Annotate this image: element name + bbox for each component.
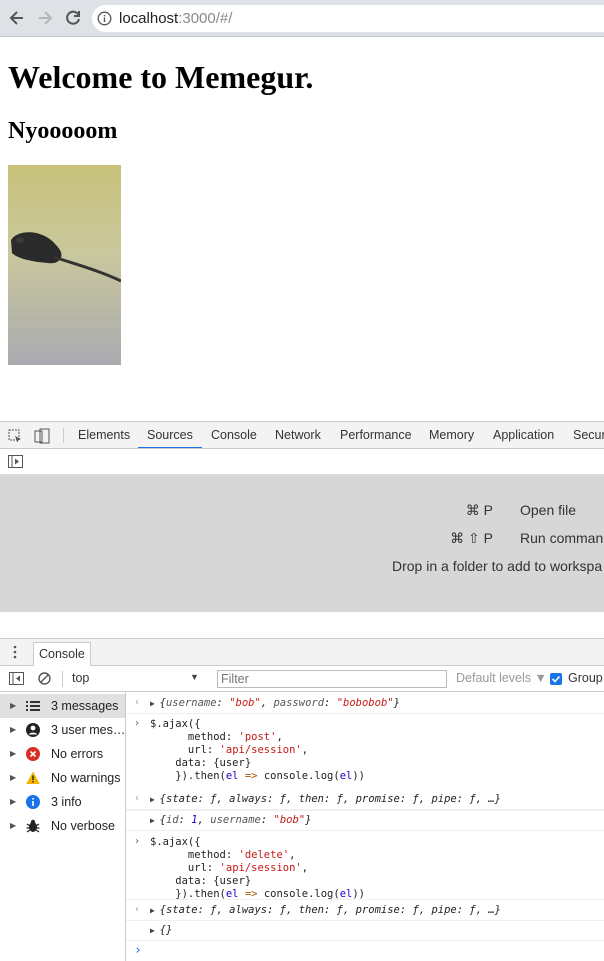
object-preview[interactable]: ▶ {username: "bob", password: "bobobob"} <box>150 697 400 710</box>
navigator-toggle-icon[interactable] <box>8 455 23 468</box>
console-messages: ‹ ▶ {username: "bob", password: "bobobob… <box>126 692 604 961</box>
sidebar-item-label: 3 info <box>51 795 82 809</box>
browser-toolbar: localhost:3000/#/ <box>0 0 604 37</box>
expand-arrow-icon[interactable]: ▶ <box>10 766 16 790</box>
tab-elements[interactable]: Elements <box>78 422 130 448</box>
sidebar-item-label: 3 messages <box>51 699 119 713</box>
expand-arrow-icon[interactable]: ▶ <box>10 742 16 766</box>
toolbar-divider <box>62 671 63 687</box>
reload-icon[interactable] <box>62 7 84 29</box>
object-preview[interactable]: ▶ {} <box>150 924 172 937</box>
drawer-tabbar: Console <box>0 639 604 666</box>
console-result: ‹ ▶ {state: ƒ, always: ƒ, then: ƒ, promi… <box>126 900 604 921</box>
sources-empty-state: ⌘ P Open file ⌘ ⇧ P Run comman Drop in a… <box>0 475 604 612</box>
shortcut-keys: ⌘ ⇧ P <box>450 530 493 546</box>
warning-icon <box>26 771 40 784</box>
address-bar[interactable]: localhost:3000/#/ <box>92 5 604 32</box>
error-icon <box>26 747 40 761</box>
expand-arrow-icon[interactable]: ▶ <box>10 790 16 814</box>
shortcut-label: Open file <box>520 502 577 518</box>
drop-folder-hint: Drop in a folder to add to workspa <box>392 558 603 574</box>
sidebar-item-warnings[interactable]: ▶ No warnings <box>0 766 125 790</box>
object-preview[interactable]: ▶ {state: ƒ, always: ƒ, then: ƒ, promise… <box>150 904 501 917</box>
group-similar-label[interactable]: Group <box>568 671 603 685</box>
code-block: $.ajax({ method: 'delete', url: 'api/ses… <box>150 836 365 900</box>
tab-application[interactable]: Application <box>493 422 554 448</box>
device-toggle-icon[interactable] <box>34 428 51 445</box>
tab-security[interactable]: Secur <box>573 422 604 448</box>
console-input: › $.ajax({ method: 'delete', url: 'api/s… <box>126 831 604 900</box>
info-icon[interactable] <box>97 11 112 26</box>
console-toolbar: top ▼ Default levels ▼ Group <box>0 666 604 692</box>
result-arrow-icon: ‹ <box>134 697 141 708</box>
meme-image <box>8 165 121 365</box>
checkbox-checked-icon[interactable] <box>550 673 562 685</box>
tab-console[interactable]: Console <box>211 422 257 448</box>
context-select[interactable]: top <box>72 671 89 685</box>
filter-input[interactable] <box>217 670 447 688</box>
toolbar-divider <box>63 428 64 443</box>
drawer-divider[interactable] <box>0 612 604 639</box>
expand-arrow-icon[interactable]: ▶ <box>10 718 16 742</box>
page-content: Welcome to Memegur. Nyooooom <box>0 37 604 421</box>
page-title: Welcome to Memegur. <box>8 59 314 95</box>
object-preview[interactable]: ▶ {state: ƒ, always: ƒ, then: ƒ, promise… <box>150 793 501 806</box>
console-prompt[interactable]: › <box>126 941 604 961</box>
console-result: ‹ ▶ {state: ƒ, always: ƒ, then: ƒ, promi… <box>126 789 604 810</box>
code-block: $.ajax({ method: 'post', url: 'api/sessi… <box>150 718 365 782</box>
default-levels-select[interactable]: Default levels ▼ <box>456 671 547 685</box>
input-arrow-icon: › <box>134 836 141 847</box>
sidebar-item-label: No verbose <box>51 819 115 833</box>
sidebar-item-verbose[interactable]: ▶ No verbose <box>0 814 125 838</box>
sidebar-toggle-icon[interactable] <box>9 672 24 685</box>
sidebar-item-messages[interactable]: ▶ 3 messages <box>0 694 125 718</box>
console-log-entry: ▶ {id: 1, username: "bob"} <box>126 810 604 831</box>
bug-icon <box>26 819 40 833</box>
result-arrow-icon: ‹ <box>134 904 141 915</box>
console-log-entry: ▶ {} <box>126 921 604 941</box>
drawer-tab-console[interactable]: Console <box>33 642 91 666</box>
sidebar-item-errors[interactable]: ▶ No errors <box>0 742 125 766</box>
devtools-panel: Elements Sources Console Network Perform… <box>0 421 604 961</box>
kebab-menu-icon[interactable] <box>12 645 18 659</box>
tab-sources[interactable]: Sources <box>138 422 202 448</box>
input-arrow-icon: › <box>134 718 141 729</box>
sidebar-item-label: No warnings <box>51 771 121 785</box>
sidebar-item-user-messages[interactable]: ▶ 3 user mes… <box>0 718 125 742</box>
inspect-icon[interactable] <box>8 429 23 444</box>
tab-performance[interactable]: Performance <box>340 422 412 448</box>
back-icon[interactable] <box>6 7 28 29</box>
user-icon <box>26 723 40 737</box>
page-subtitle: Nyooooom <box>8 118 118 144</box>
console-sidebar: ▶ 3 messages ▶ 3 user mes… ▶ No errors ▶… <box>0 692 126 961</box>
url-path: :3000/#/ <box>178 10 233 27</box>
info-icon <box>26 795 40 809</box>
shortcut-label: Run comman <box>520 530 604 546</box>
devtools-tabbar: Elements Sources Console Network Perform… <box>0 421 604 449</box>
sidebar-item-label: 3 user mes… <box>51 723 125 737</box>
object-preview[interactable]: ▶ {id: 1, username: "bob"} <box>150 814 311 827</box>
clear-console-icon[interactable] <box>38 672 51 685</box>
tab-memory[interactable]: Memory <box>429 422 474 448</box>
sidebar-item-label: No errors <box>51 747 104 761</box>
list-icon <box>26 701 40 711</box>
expand-arrow-icon[interactable]: ▶ <box>10 814 16 838</box>
result-arrow-icon: ‹ <box>134 793 141 804</box>
forward-icon[interactable] <box>34 7 56 29</box>
sources-toolbar <box>0 449 604 475</box>
expand-arrow-icon[interactable]: ▶ <box>10 694 16 718</box>
sidebar-item-info[interactable]: ▶ 3 info <box>0 790 125 814</box>
shortcut-keys: ⌘ P <box>465 502 493 518</box>
console-result: ‹ ▶ {username: "bob", password: "bobobob… <box>126 692 604 714</box>
prompt-caret-icon: › <box>134 943 142 958</box>
dropdown-arrow-icon[interactable]: ▼ <box>190 672 199 682</box>
url-host: localhost <box>119 10 179 27</box>
tab-network[interactable]: Network <box>275 422 321 448</box>
